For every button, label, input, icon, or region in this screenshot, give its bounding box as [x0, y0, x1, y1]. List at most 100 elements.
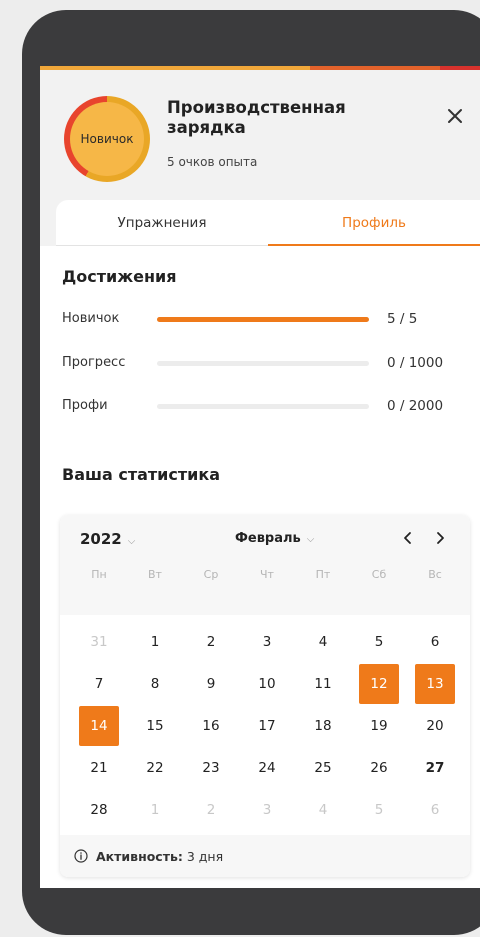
calendar-day[interactable]: 8 [127, 667, 183, 701]
calendar-day[interactable]: 31 [71, 625, 127, 659]
calendar-day-number: 3 [262, 802, 272, 818]
calendar-day-number: 24 [258, 760, 276, 776]
calendar-day-number: 18 [314, 718, 332, 734]
calendar-day[interactable]: 19 [351, 709, 407, 743]
calendar-day[interactable]: 15 [127, 709, 183, 743]
calendar-day[interactable]: 25 [295, 751, 351, 785]
calendar-day[interactable]: 5 [351, 625, 407, 659]
calendar-day-number: 23 [202, 760, 220, 776]
calendar-day[interactable]: 17 [239, 709, 295, 743]
calendar-day-number: 19 [370, 718, 388, 734]
calendar-day-number: 1 [150, 634, 160, 650]
calendar-day[interactable]: 1 [127, 793, 183, 827]
info-icon [74, 849, 88, 863]
calendar-day[interactable]: 11 [295, 667, 351, 701]
tab-bar: Упражнения Профиль [56, 200, 480, 246]
calendar-day-number: 3 [262, 634, 272, 650]
calendar-day[interactable]: 6 [407, 793, 463, 827]
calendar-day-number: 5 [374, 634, 384, 650]
achievements-title: Достижения [62, 267, 177, 286]
activity-label: Активность: [96, 848, 183, 864]
weekday-label: Вс [428, 568, 442, 581]
calendar-day[interactable]: 4 [295, 625, 351, 659]
calendar-day[interactable]: 7 [71, 667, 127, 701]
calendar-day[interactable]: 5 [351, 793, 407, 827]
calendar-day[interactable]: 16 [183, 709, 239, 743]
calendar-day-number: 12 [359, 664, 399, 704]
weekday-label: Пн [91, 568, 107, 581]
calendar-day[interactable]: 21 [71, 751, 127, 785]
calendar-day[interactable]: 2 [183, 625, 239, 659]
calendar-day-number: 26 [370, 760, 388, 776]
calendar-day-number: 1 [150, 802, 160, 818]
calendar-day[interactable]: 24 [239, 751, 295, 785]
achievement-label: Прогресс [62, 355, 126, 370]
calendar-day-number: 14 [79, 706, 119, 746]
calendar-day-number: 27 [425, 760, 445, 776]
calendar-day[interactable]: 3 [239, 625, 295, 659]
calendar-day-number: 4 [318, 634, 328, 650]
achievement-progress-fill [157, 317, 369, 322]
calendar-day[interactable]: 28 [71, 793, 127, 827]
calendar-day-number: 8 [150, 676, 160, 692]
achievement-label: Новичок [62, 311, 120, 326]
tab-profile[interactable]: Профиль [268, 200, 480, 246]
calendar-day[interactable]: 22 [127, 751, 183, 785]
app-screen: Новичок Производственная зарядка 5 очков… [40, 66, 480, 888]
calendar-day-number: 22 [146, 760, 164, 776]
calendar-day-number: 10 [258, 676, 276, 692]
calendar-footer: Активность: 3 дня [60, 835, 470, 877]
xp-points: 5 очков опыта [167, 155, 258, 169]
calendar-day[interactable]: 9 [183, 667, 239, 701]
calendar-day-number: 11 [314, 676, 332, 692]
calendar-day-number: 28 [90, 802, 108, 818]
weekday-label: Ср [203, 568, 219, 581]
calendar-day[interactable]: 18 [295, 709, 351, 743]
calendar-day[interactable]: 4 [295, 793, 351, 827]
achievement-row: Новичок 5 / 5 [62, 309, 462, 329]
stats-title: Ваша статистика [62, 465, 221, 484]
weekday-label: Чт [260, 568, 274, 581]
day-grid: 31 1 2 3 4 5 6 7 8 9 10 11 12 13 14 15 16 17 18 19 20 21 22 23 2… [71, 625, 463, 827]
calendar-day[interactable]: 1 [127, 625, 183, 659]
calendar-day[interactable]: 10 [239, 667, 295, 701]
calendar-day[interactable]: 26 [351, 751, 407, 785]
calendar-day-selected[interactable]: 14 [71, 706, 127, 746]
weekday-row: Пн Вт Ср Чт Пт Сб Вс [71, 568, 463, 588]
calendar-day[interactable]: 23 [183, 751, 239, 785]
achievement-row: Профи 0 / 2000 [62, 396, 462, 416]
calendar: 2022 ⌵ Февраль ⌵ Пн Вт Ср Чт Пт Сб Вс 31 1 2 3 4 5 6 7 8… [60, 515, 470, 877]
calendar-day-number: 4 [318, 802, 328, 818]
achievement-progress-track [157, 404, 369, 409]
chevron-left-icon[interactable] [397, 527, 419, 549]
calendar-day[interactable]: 27 [407, 751, 463, 785]
calendar-day-selected[interactable]: 12 [351, 664, 407, 704]
achievement-progress-track [157, 317, 369, 322]
header: Новичок Производственная зарядка 5 очков… [40, 70, 480, 200]
calendar-day-number: 9 [206, 676, 216, 692]
month-value: Февраль [235, 531, 301, 546]
page-title: Производственная зарядка [167, 98, 346, 137]
calendar-day[interactable]: 20 [407, 709, 463, 743]
chevron-down-icon: ⌵ [306, 534, 315, 545]
weekday-label: Сб [371, 568, 387, 581]
weekday-label: Вт [148, 568, 162, 581]
calendar-day-number: 6 [430, 802, 440, 818]
calendar-day-number: 21 [90, 760, 108, 776]
calendar-day-number: 25 [314, 760, 332, 776]
month-select[interactable]: Февраль ⌵ [235, 531, 314, 546]
tab-exercises[interactable]: Упражнения [56, 200, 268, 246]
chevron-right-icon[interactable] [429, 527, 451, 549]
year-value: 2022 [80, 530, 122, 548]
calendar-day[interactable]: 3 [239, 793, 295, 827]
calendar-day-selected[interactable]: 13 [407, 664, 463, 704]
achievement-value: 0 / 2000 [387, 398, 444, 414]
close-icon[interactable] [441, 102, 469, 130]
year-select[interactable]: 2022 ⌵ [80, 530, 135, 548]
calendar-day-number: 31 [90, 634, 108, 650]
calendar-day[interactable]: 2 [183, 793, 239, 827]
activity-value: 3 дня [186, 848, 224, 864]
calendar-header: 2022 ⌵ Февраль ⌵ Пн Вт Ср Чт Пт Сб Вс [60, 515, 470, 615]
calendar-day[interactable]: 6 [407, 625, 463, 659]
achievement-value: 5 / 5 [387, 311, 418, 327]
